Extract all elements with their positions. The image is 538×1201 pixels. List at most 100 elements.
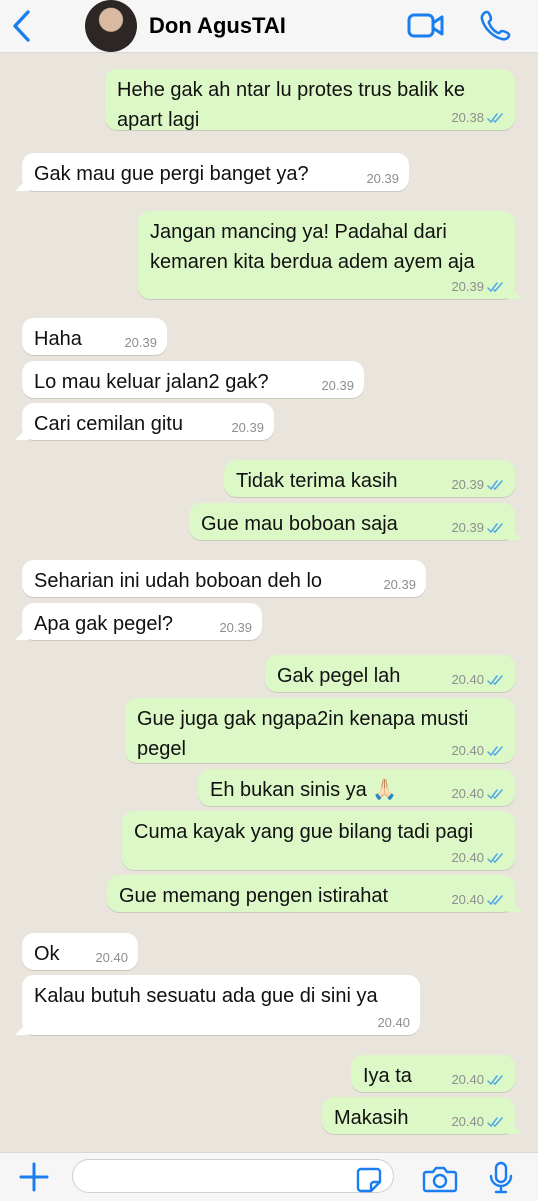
message-meta: 20.40	[451, 673, 505, 687]
double-check-icon	[487, 113, 503, 124]
message-bubble-outgoing[interactable]: Eh bukan sinis ya 🙏🏻 20.40	[198, 769, 515, 806]
message-text: Iya ta	[363, 1065, 412, 1087]
message-text: Seharian ini udah boboan deh lo	[34, 570, 323, 592]
message-text: Cari cemilan gitu	[34, 413, 183, 435]
chat-header: Don AgusTAI	[0, 0, 538, 53]
message-meta: 20.40	[451, 893, 505, 907]
message-bubble-outgoing[interactable]: Jangan mancing ya! Padahal dari kemaren …	[138, 211, 515, 299]
message-time: 20.40	[451, 672, 484, 687]
double-check-icon	[487, 523, 503, 534]
message-bubble-incoming[interactable]: Apa gak pegel? 20.39	[22, 603, 262, 640]
message-time: 20.39	[383, 577, 416, 592]
message-meta: 20.39	[451, 478, 505, 492]
message-time: 20.38	[451, 110, 484, 125]
message-time: 20.39	[219, 620, 252, 635]
message-text: Gue memang pengen istirahat	[119, 885, 389, 907]
message-text: Gue juga gak ngapa2in kenapa musti pegel	[137, 708, 469, 760]
message-bubble-incoming[interactable]: Gak mau gue pergi banget ya? 20.39	[22, 153, 409, 191]
video-call-icon[interactable]	[407, 9, 445, 41]
message-text: Cuma kayak yang gue bilang tadi pagi	[134, 821, 474, 843]
message-meta: 20.39	[124, 336, 157, 350]
message-text: Ok	[34, 943, 60, 965]
message-meta: 20.39	[451, 521, 505, 535]
message-text: Hehe gak ah ntar lu protes trus balik ke…	[117, 79, 465, 131]
message-time: 20.39	[366, 171, 399, 186]
message-time: 20.39	[451, 477, 484, 492]
double-check-icon	[487, 746, 503, 757]
message-time: 20.40	[451, 786, 484, 801]
message-bubble-outgoing[interactable]: Cuma kayak yang gue bilang tadi pagi 20.…	[122, 811, 515, 870]
message-meta: 20.40	[377, 1016, 410, 1030]
microphone-icon[interactable]	[488, 1161, 514, 1195]
message-text: Eh bukan sinis ya 🙏🏻	[210, 779, 398, 801]
message-bubble-outgoing[interactable]: Makasih 20.40	[322, 1097, 515, 1134]
phone-icon[interactable]	[480, 9, 512, 41]
message-meta: 20.40	[451, 1115, 505, 1129]
message-text: Haha	[34, 328, 82, 350]
message-time: 20.40	[451, 892, 484, 907]
message-text: Gak pegel lah	[277, 665, 401, 687]
plus-icon[interactable]	[18, 1161, 50, 1193]
avatar[interactable]	[85, 0, 137, 52]
message-bubble-outgoing[interactable]: Gue juga gak ngapa2in kenapa musti pegel…	[125, 698, 515, 763]
double-check-icon	[487, 853, 503, 864]
message-meta: 20.40	[95, 951, 128, 965]
message-bubble-incoming[interactable]: Seharian ini udah boboan deh lo 20.39	[22, 560, 426, 597]
message-text: Kalau butuh sesuatu ada gue di sini ya	[34, 985, 378, 1007]
message-meta: 20.40	[451, 787, 505, 801]
message-time: 20.40	[377, 1015, 410, 1030]
message-text: Apa gak pegel?	[34, 613, 174, 635]
message-meta: 20.39	[451, 280, 505, 294]
message-meta: 20.39	[219, 621, 252, 635]
message-text: Gak mau gue pergi banget ya?	[34, 163, 309, 185]
message-time: 20.40	[451, 1114, 484, 1129]
message-bubble-incoming[interactable]: Lo mau keluar jalan2 gak? 20.39	[22, 361, 364, 398]
message-input[interactable]	[72, 1159, 394, 1193]
camera-icon[interactable]	[422, 1165, 458, 1193]
message-meta: 20.40	[451, 744, 505, 758]
message-bubble-outgoing[interactable]: Gak pegel lah 20.40	[265, 655, 515, 692]
message-bubble-incoming[interactable]: Ok 20.40	[22, 933, 138, 970]
message-bubble-incoming[interactable]: Haha 20.39	[22, 318, 167, 355]
double-check-icon	[487, 282, 503, 293]
message-time: 20.40	[451, 1072, 484, 1087]
message-text: Gue mau boboan saja	[201, 513, 398, 535]
double-check-icon	[487, 1117, 503, 1128]
message-time: 20.40	[451, 850, 484, 865]
message-list: Hehe gak ah ntar lu protes trus balik ke…	[0, 53, 538, 1152]
message-bubble-outgoing[interactable]: Hehe gak ah ntar lu protes trus balik ke…	[105, 69, 515, 131]
double-check-icon	[487, 789, 503, 800]
message-time: 20.39	[231, 420, 264, 435]
message-meta: 20.38	[451, 111, 505, 125]
double-check-icon	[487, 895, 503, 906]
message-meta: 20.40	[451, 851, 505, 865]
message-bubble-incoming[interactable]: Kalau butuh sesuatu ada gue di sini ya 2…	[22, 975, 420, 1035]
message-bubble-outgoing[interactable]: Gue memang pengen istirahat 20.40	[107, 875, 515, 912]
double-check-icon	[487, 480, 503, 491]
message-text: Tidak terima kasih	[236, 470, 398, 492]
contact-name[interactable]: Don AgusTAI	[149, 13, 286, 39]
message-text: Lo mau keluar jalan2 gak?	[34, 371, 269, 393]
message-meta: 20.39	[321, 379, 354, 393]
message-bubble-outgoing[interactable]: Gue mau boboan saja 20.39	[189, 503, 515, 540]
chevron-left-icon[interactable]	[8, 8, 36, 44]
message-bubble-outgoing[interactable]: Iya ta 20.40	[351, 1055, 515, 1092]
message-bubble-incoming[interactable]: Cari cemilan gitu 20.39	[22, 403, 274, 440]
composer-bar	[0, 1152, 538, 1201]
message-time: 20.39	[124, 335, 157, 350]
sticker-icon[interactable]	[356, 1167, 382, 1193]
double-check-icon	[487, 1075, 503, 1086]
message-time: 20.40	[451, 743, 484, 758]
message-text: Makasih	[334, 1107, 409, 1129]
message-time: 20.39	[321, 378, 354, 393]
message-meta: 20.39	[231, 421, 264, 435]
message-text: Jangan mancing ya! Padahal dari kemaren …	[150, 221, 475, 273]
message-time: 20.40	[95, 950, 128, 965]
message-bubble-outgoing[interactable]: Tidak terima kasih 20.39	[224, 460, 515, 497]
message-time: 20.39	[451, 520, 484, 535]
message-meta: 20.40	[451, 1073, 505, 1087]
message-meta: 20.39	[366, 172, 399, 186]
message-meta: 20.39	[383, 578, 416, 592]
double-check-icon	[487, 675, 503, 686]
message-time: 20.39	[451, 279, 484, 294]
